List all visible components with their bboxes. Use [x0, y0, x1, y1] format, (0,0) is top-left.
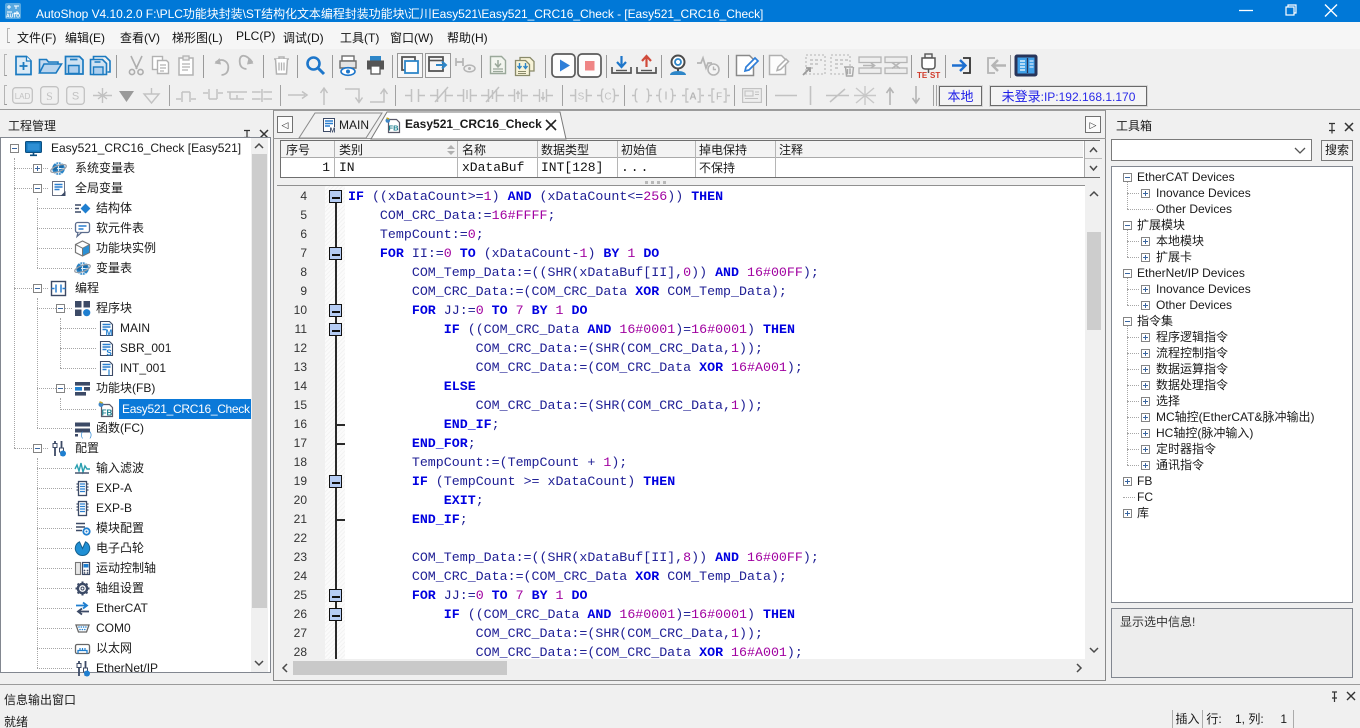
svg-text:S: S — [46, 89, 53, 103]
svg-text:F: F — [716, 92, 722, 103]
svg-text:AUTO: AUTO — [6, 14, 20, 20]
svg-text:M: M — [106, 329, 113, 338]
svg-text:C: C — [604, 92, 611, 103]
svg-text:FB: FB — [102, 409, 113, 418]
svg-text:I: I — [108, 369, 110, 378]
svg-text:LAD: LAD — [15, 92, 31, 101]
svg-text:M: M — [330, 128, 336, 135]
svg-text:S: S — [106, 349, 112, 358]
svg-text:S: S — [72, 91, 79, 103]
svg-text:A: A — [689, 92, 696, 103]
svg-text:TE: TE — [917, 71, 928, 80]
svg-text:ST: ST — [930, 71, 940, 80]
svg-text:S: S — [578, 92, 585, 103]
svg-text:FB: FB — [389, 124, 400, 133]
